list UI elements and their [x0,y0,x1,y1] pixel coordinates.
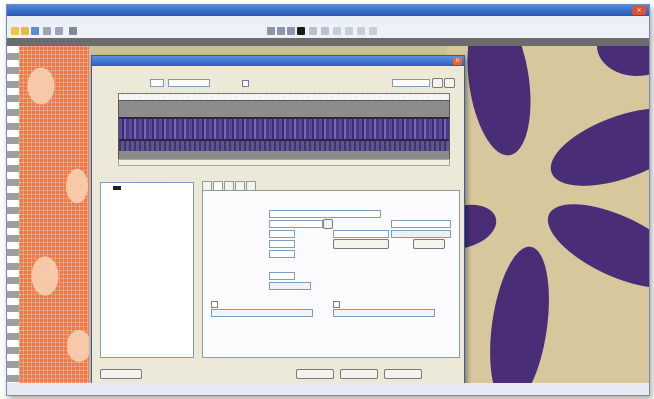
tool-icon[interactable] [333,27,341,35]
option-field[interactable] [211,309,313,317]
ok-button[interactable] [296,369,334,379]
zoom-in-icon[interactable] [267,27,275,35]
extra-size-field[interactable] [269,240,295,248]
yarn-strand-preview [119,117,449,141]
option-checkbox[interactable] [242,80,249,87]
app-window: × × [6,4,650,396]
zoom-out-icon[interactable] [277,27,285,35]
tab-general[interactable] [202,181,212,190]
unit-select[interactable] [168,79,210,87]
nominal-type-select[interactable] [391,220,451,228]
fabric-flower-petal [540,92,649,202]
preview-scrollbar[interactable] [118,159,450,166]
yarn-tree[interactable] [100,182,194,358]
option-checkbox[interactable] [211,301,218,308]
fabric-flower-petal [536,187,649,305]
yarn-preview [118,100,450,160]
count-unit-field[interactable] [269,230,295,238]
tab-active[interactable] [213,181,223,190]
zoom-out-icon[interactable] [444,78,455,88]
open-folder-icon[interactable] [21,27,29,35]
pattern-ruler-stripe [7,46,19,395]
fabric-flower-petal [481,242,558,395]
tool-icon[interactable] [369,27,377,35]
details-button[interactable] [100,369,142,379]
dialog-close-icon[interactable]: × [453,57,462,65]
apply-button[interactable] [384,369,422,379]
save-icon[interactable] [31,27,39,35]
nominal-value-field[interactable] [391,230,451,238]
count-unit-select[interactable] [333,230,389,238]
tab-shadow[interactable] [246,181,256,190]
dialog-titlebar: × [92,56,464,66]
grid-icon[interactable] [309,27,317,35]
tab-colors[interactable] [224,181,234,190]
tool-icon[interactable] [321,27,329,35]
monitor-icon[interactable] [297,27,305,35]
default-values-button[interactable] [333,239,389,249]
option-field[interactable] [333,309,435,317]
window-close-icon[interactable]: × [632,6,646,15]
status-bar [7,383,649,395]
undo-icon[interactable] [43,27,51,35]
twist-rate-field[interactable] [269,272,295,280]
extension-size-field[interactable] [269,250,295,258]
cord-type-browse-button[interactable] [323,219,333,229]
yarn-color-swatch [113,186,121,190]
number-field[interactable] [150,79,164,87]
yarn-editor-dialog: × [91,55,465,393]
orange-pattern-canvas[interactable] [19,46,89,395]
tab-texture[interactable] [235,181,245,190]
option-checkbox[interactable] [333,301,340,308]
zoom-fit-icon[interactable] [287,27,295,35]
cord-type-select[interactable] [269,220,323,228]
yarn-shadow-preview [119,141,449,151]
toolbar [7,24,649,39]
cancel-button[interactable] [340,369,378,379]
twist-direction-field[interactable] [269,282,311,290]
details-button[interactable] [413,239,445,249]
menu-bar [7,16,649,24]
redo-icon[interactable] [55,27,63,35]
cord-name-field[interactable] [269,210,381,218]
settings-icon[interactable] [69,27,77,35]
tab-content [202,190,460,358]
view-select[interactable] [392,79,430,87]
tool-icon[interactable] [357,27,365,35]
fabric-canvas-right[interactable] [447,46,649,395]
fabric-flower-petal [458,46,540,160]
window-titlebar: × [7,5,649,16]
tool-icon[interactable] [345,27,353,35]
zoom-in-icon[interactable] [432,78,443,88]
new-file-icon[interactable] [11,27,19,35]
dialog-tabs [202,181,257,190]
fabric-flower-petal [597,46,649,76]
